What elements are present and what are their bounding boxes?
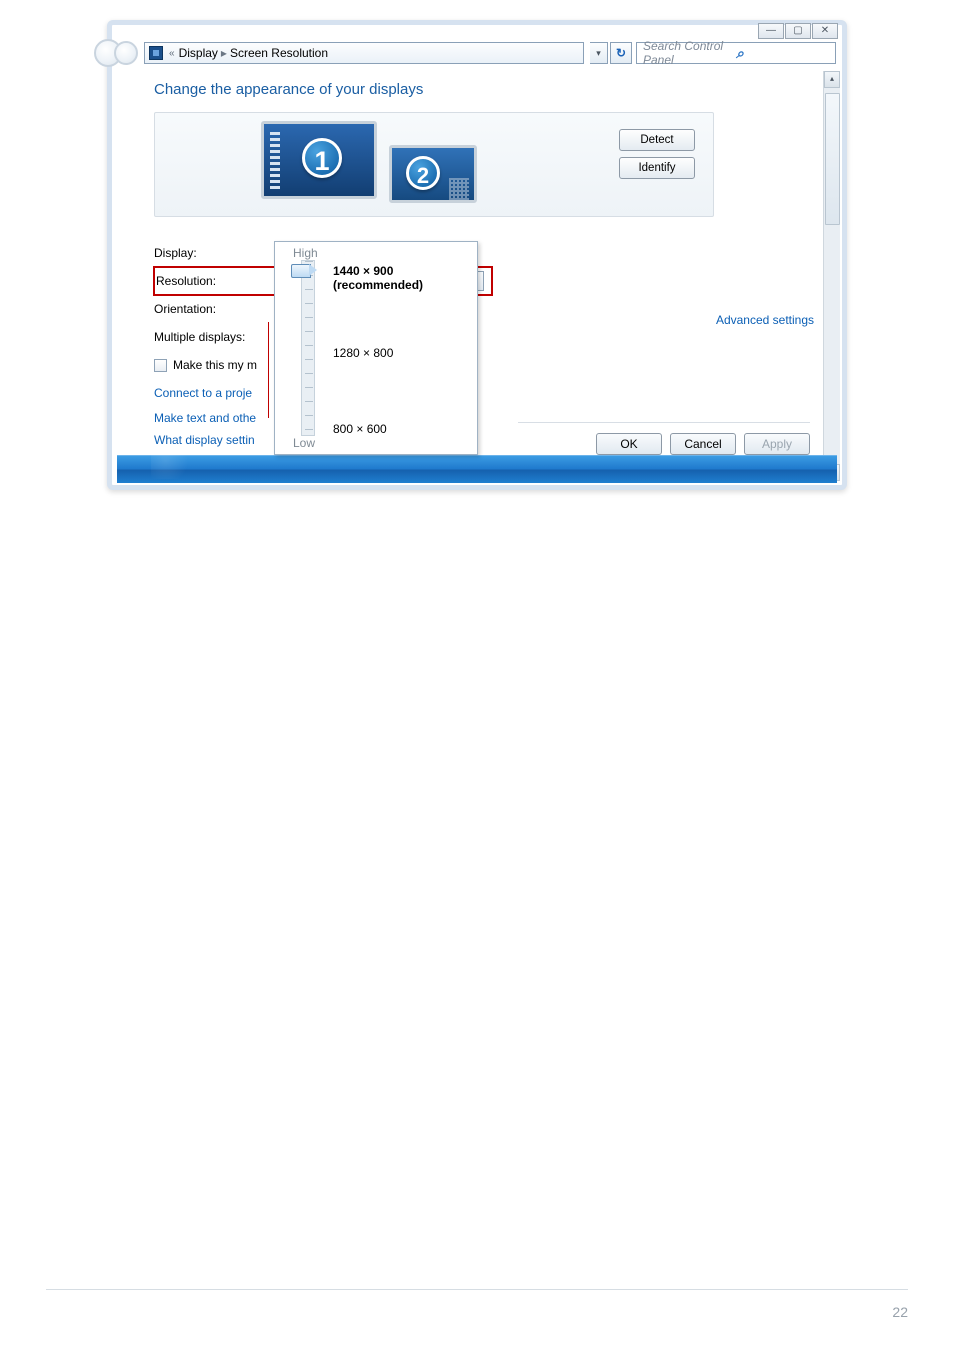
search-placeholder: Search Control Panel <box>643 39 736 67</box>
cancel-button[interactable]: Cancel <box>670 433 736 455</box>
orientation-label: Orientation: <box>154 302 274 316</box>
breadcrumb-display[interactable]: Display <box>179 46 218 60</box>
forward-button[interactable] <box>114 41 138 65</box>
identify-button[interactable]: Identify <box>619 157 695 179</box>
breadcrumb-screen-resolution[interactable]: Screen Resolution <box>230 46 328 60</box>
make-main-label: Make this my m <box>173 358 257 372</box>
display-preview: 1 2 Detect Identify <box>154 112 714 217</box>
multiple-displays-row: Multiple displays: <box>154 323 818 351</box>
slider-ticks <box>305 261 313 435</box>
minimize-button[interactable]: — <box>758 23 784 39</box>
make-main-checkbox[interactable] <box>154 359 167 372</box>
advanced-settings-link[interactable]: Advanced settings <box>716 313 814 327</box>
maximize-button[interactable]: ▢ <box>785 23 811 39</box>
resolution-label: Resolution: <box>156 274 274 288</box>
link-connect-projector[interactable]: Connect to a proje <box>154 379 818 407</box>
breadcrumb-back-chevron: « <box>169 48 175 59</box>
display-label: Display: <box>154 246 274 260</box>
taskbar-strip <box>117 455 837 483</box>
slider-high-label: High <box>293 246 318 260</box>
address-bar[interactable]: « Display ▸ Screen Resolution <box>144 42 584 64</box>
display-row: Display: 2. LM05 ▼ <box>154 239 818 267</box>
make-main-row: Make this my m <box>154 351 818 379</box>
control-panel-window: — ▢ ✕ « Display ▸ Screen Resolution ▾ ↻ … <box>107 20 847 490</box>
monitor-2-number: 2 <box>406 156 440 190</box>
resolution-mark-1280: 1280 × 800 <box>333 346 393 360</box>
breadcrumb-sep-icon: ▸ <box>221 46 227 60</box>
page-rule <box>46 1289 908 1290</box>
search-icon: ⌕ <box>736 45 829 62</box>
page-number: 22 <box>892 1304 908 1320</box>
monitor-2[interactable]: 2 <box>389 145 477 203</box>
dialog-buttons: OK Cancel Apply <box>518 422 810 455</box>
monitor-1[interactable]: 1 <box>261 121 377 199</box>
nav-bar: « Display ▸ Screen Resolution ▾ ↻ Search… <box>112 39 842 67</box>
detect-button[interactable]: Detect <box>619 129 695 151</box>
search-box[interactable]: Search Control Panel ⌕ <box>636 42 836 64</box>
refresh-button[interactable]: ↻ <box>610 42 632 64</box>
window-controls: — ▢ ✕ <box>757 23 838 39</box>
close-button[interactable]: ✕ <box>812 23 838 39</box>
address-dropdown-button[interactable]: ▾ <box>590 42 608 64</box>
control-panel-icon <box>149 46 163 60</box>
apply-button[interactable]: Apply <box>744 433 810 455</box>
page-title: Change the appearance of your displays <box>154 81 818 98</box>
slider-low-label: Low <box>293 436 315 450</box>
resolution-mark-recommended: 1440 × 900 (recommended) <box>333 264 477 292</box>
ok-button[interactable]: OK <box>596 433 662 455</box>
resolution-mark-800: 800 × 600 <box>333 422 387 436</box>
resolution-slider-track[interactable] <box>301 260 315 436</box>
multiple-displays-label: Multiple displays: <box>154 330 274 344</box>
monitor-1-number: 1 <box>302 138 342 178</box>
resolution-slider-popup: High 1440 × 900 (recommended) 1280 × 800… <box>274 241 478 455</box>
